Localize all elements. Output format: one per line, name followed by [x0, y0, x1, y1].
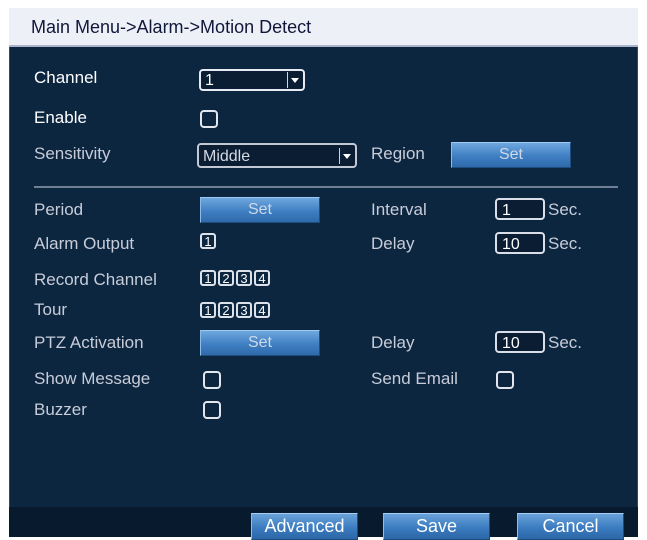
- interval-value: 1: [502, 202, 511, 219]
- tour-channel-4[interactable]: 4: [254, 302, 270, 318]
- show-message-label: Show Message: [34, 369, 151, 388]
- channel-value: 1: [205, 72, 214, 89]
- ptz-delay-label: Delay: [371, 333, 415, 352]
- motion-detect-dialog: Main Menu->Alarm->Motion Detect Channel …: [9, 8, 638, 540]
- delay-input[interactable]: 10: [495, 232, 545, 254]
- alarm-output-channel-1[interactable]: 1: [200, 233, 216, 249]
- interval-label: Interval: [371, 200, 427, 219]
- record-channel-2[interactable]: 2: [218, 270, 234, 286]
- delay-value: 10: [502, 236, 520, 253]
- chevron-down-icon: [287, 72, 302, 88]
- tour-channel-1[interactable]: 1: [200, 302, 216, 318]
- period-set-button[interactable]: Set: [200, 197, 320, 223]
- ptz-delay-unit: Sec.: [548, 333, 583, 352]
- region-label: Region: [371, 144, 425, 163]
- record-channel-3[interactable]: 3: [236, 270, 252, 286]
- tour-label: Tour: [34, 300, 68, 319]
- buzzer-checkbox[interactable]: [203, 401, 221, 419]
- chevron-down-icon: [339, 148, 354, 164]
- region-set-button[interactable]: Set: [451, 142, 571, 168]
- tour-channel-3[interactable]: 3: [236, 302, 252, 318]
- enable-label: Enable: [34, 108, 87, 127]
- section-divider: [34, 186, 618, 188]
- ptz-set-button[interactable]: Set: [200, 330, 320, 356]
- show-message-checkbox[interactable]: [203, 371, 221, 389]
- sensitivity-dropdown[interactable]: Middle: [197, 143, 357, 168]
- send-email-checkbox[interactable]: [496, 371, 514, 389]
- enable-checkbox[interactable]: [200, 110, 218, 128]
- delay-unit: Sec.: [548, 234, 583, 253]
- ptz-activation-label: PTZ Activation: [34, 333, 144, 352]
- title-bar: Main Menu->Alarm->Motion Detect: [9, 8, 638, 47]
- footer-bar: Advanced Save Cancel: [9, 507, 638, 540]
- alarm-output-label: Alarm Output: [34, 234, 135, 253]
- sensitivity-value: Middle: [203, 148, 251, 165]
- ptz-delay-input[interactable]: 10: [495, 331, 545, 353]
- interval-unit: Sec.: [548, 200, 583, 219]
- page-title: Main Menu->Alarm->Motion Detect: [31, 17, 312, 37]
- advanced-button[interactable]: Advanced: [251, 513, 358, 540]
- ptz-delay-value: 10: [502, 335, 520, 352]
- sensitivity-label: Sensitivity: [34, 144, 111, 163]
- tour-channel-2[interactable]: 2: [218, 302, 234, 318]
- channel-label: Channel: [34, 68, 98, 87]
- interval-input[interactable]: 1: [495, 198, 545, 220]
- record-channel-4[interactable]: 4: [254, 270, 270, 286]
- channel-dropdown[interactable]: 1: [199, 69, 305, 91]
- record-channel-1[interactable]: 1: [200, 270, 216, 286]
- send-email-label: Send Email: [371, 369, 458, 388]
- delay-label: Delay: [371, 234, 415, 253]
- buzzer-label: Buzzer: [34, 400, 87, 419]
- record-channel-label: Record Channel: [34, 270, 157, 289]
- cancel-button[interactable]: Cancel: [517, 513, 624, 540]
- period-label: Period: [34, 200, 84, 219]
- save-button[interactable]: Save: [383, 513, 490, 540]
